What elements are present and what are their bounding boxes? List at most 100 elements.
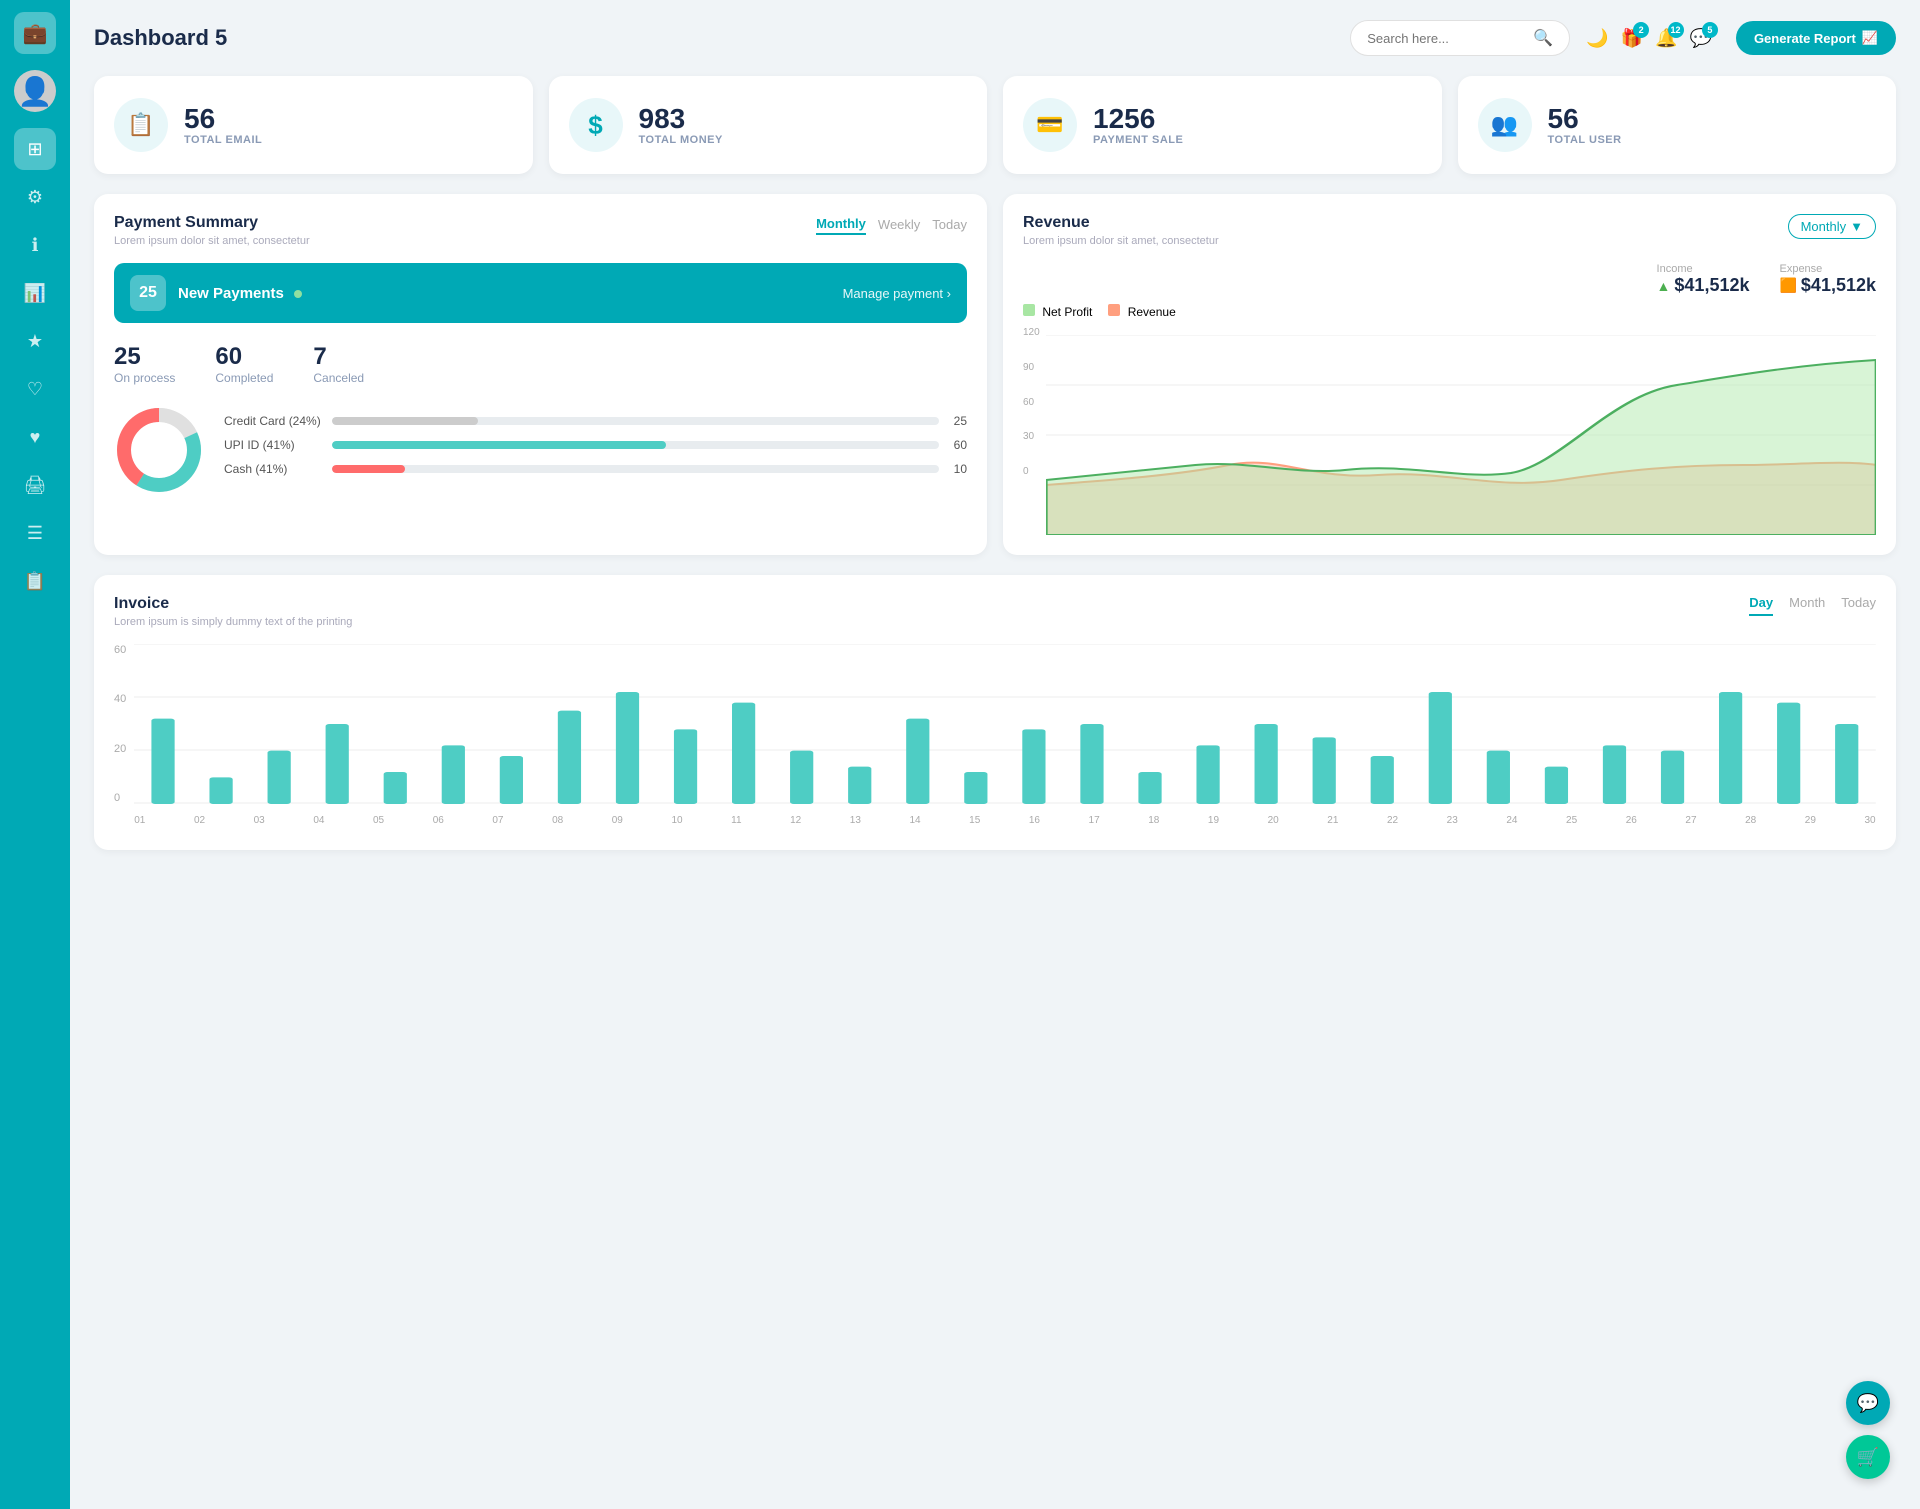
invoice-x-label: 09 <box>612 815 623 826</box>
new-payments-dot <box>294 290 302 298</box>
sidebar-item-print[interactable]: 🖨 <box>14 464 56 506</box>
sidebar-item-list[interactable]: ☰ <box>14 512 56 554</box>
invoice-x-label: 02 <box>194 815 205 826</box>
sidebar-item-settings[interactable]: ⚙ <box>14 176 56 218</box>
tab-weekly[interactable]: Weekly <box>878 215 920 234</box>
payment-summary-card: Payment Summary Lorem ipsum dolor sit am… <box>94 194 987 555</box>
invoice-x-label: 06 <box>433 815 444 826</box>
canceled-value: 7 <box>313 343 364 371</box>
on-process-label: On process <box>114 371 175 385</box>
pbar-upi-val: 60 <box>947 438 967 452</box>
new-payments-bar[interactable]: 25 New Payments Manage payment › <box>114 263 967 323</box>
invoice-x-label: 18 <box>1148 815 1159 826</box>
user-icon: 👥 <box>1478 98 1532 152</box>
pbar-upi-track <box>332 441 939 449</box>
payment-sale-value: 1256 <box>1093 104 1183 135</box>
pbar-cash-track <box>332 465 939 473</box>
search-input[interactable] <box>1367 31 1525 46</box>
invoice-tab-today[interactable]: Today <box>1841 595 1876 616</box>
income-label: Income <box>1657 263 1750 275</box>
money-icon: $ <box>569 98 623 152</box>
sidebar-logo[interactable]: 💼 <box>14 12 56 54</box>
sidebar-item-dashboard[interactable]: ⊞ <box>14 128 56 170</box>
chat-badge-count: 5 <box>1702 22 1718 38</box>
payment-summary-header: Payment Summary Lorem ipsum dolor sit am… <box>114 214 967 247</box>
revenue-card: Revenue Lorem ipsum dolor sit amet, cons… <box>1003 194 1896 555</box>
invoice-y-axis: 60 40 20 0 <box>114 644 134 804</box>
main-content: Dashboard 5 🔍 🌙 🎁 2 🔔 12 💬 5 Generate Re… <box>70 0 1920 1509</box>
payment-stats-row: 25 On process 60 Completed 7 Canceled <box>114 343 967 385</box>
gift-badge-count: 2 <box>1633 22 1649 38</box>
expense-label: Expense <box>1779 263 1876 275</box>
total-user-label: TOTAL USER <box>1548 134 1622 146</box>
income-meta: Income ▲ $41,512k <box>1657 263 1750 296</box>
invoice-header: Invoice Lorem ipsum is simply dummy text… <box>114 595 1876 628</box>
invoice-subtitle: Lorem ipsum is simply dummy text of the … <box>114 616 352 628</box>
invoice-x-label: 03 <box>254 815 265 826</box>
pbar-creditcard-val: 25 <box>947 414 967 428</box>
sidebar-item-heart1[interactable]: ♡ <box>14 368 56 410</box>
invoice-x-label: 14 <box>909 815 920 826</box>
pbar-upi-fill <box>332 441 666 449</box>
generate-report-button[interactable]: Generate Report 📈 <box>1736 21 1896 55</box>
chat-icon-badge[interactable]: 💬 5 <box>1690 28 1712 49</box>
tab-today[interactable]: Today <box>932 215 967 234</box>
generate-report-label: Generate Report <box>1754 31 1856 46</box>
invoice-tab-month[interactable]: Month <box>1789 595 1825 616</box>
stat-on-process: 25 On process <box>114 343 175 385</box>
total-money-label: TOTAL MONEY <box>639 134 723 146</box>
canceled-label: Canceled <box>313 371 364 385</box>
sidebar-item-doc[interactable]: 📋 <box>14 560 56 602</box>
stat-card-payment: 💳 1256 PAYMENT SALE <box>1003 76 1442 174</box>
search-bar[interactable]: 🔍 <box>1350 20 1570 56</box>
header: Dashboard 5 🔍 🌙 🎁 2 🔔 12 💬 5 Generate Re… <box>94 20 1896 56</box>
stat-card-money: $ 983 TOTAL MONEY <box>549 76 988 174</box>
expense-arrow-icon: 🟧 <box>1779 277 1796 294</box>
total-email-value: 56 <box>184 104 262 135</box>
manage-payment-link[interactable]: Manage payment › <box>843 286 951 301</box>
revenue-area-chart: Jan Feb Mar Apr May Jun July <box>1046 335 1876 535</box>
invoice-x-label: 21 <box>1327 815 1338 826</box>
tab-monthly[interactable]: Monthly <box>816 214 866 235</box>
on-process-value: 25 <box>114 343 175 371</box>
new-payments-count: 25 <box>130 275 166 311</box>
revenue-legend-dot <box>1108 304 1120 316</box>
revenue-legend: Net Profit Revenue <box>1023 304 1876 319</box>
invoice-x-label: 30 <box>1864 815 1875 826</box>
invoice-x-label: 27 <box>1685 815 1696 826</box>
invoice-x-label: 05 <box>373 815 384 826</box>
invoice-tab-day[interactable]: Day <box>1749 595 1773 616</box>
bell-icon-badge[interactable]: 🔔 12 <box>1655 28 1677 49</box>
revenue-monthly-dropdown[interactable]: Monthly ▼ <box>1788 214 1876 239</box>
payment-sale-label: PAYMENT SALE <box>1093 134 1183 146</box>
sidebar-item-heart2[interactable]: ♥ <box>14 416 56 458</box>
sidebar-avatar[interactable]: 👤 <box>14 70 56 112</box>
pbar-upi-label: UPI ID (41%) <box>224 438 324 452</box>
main-panels: Payment Summary Lorem ipsum dolor sit am… <box>94 194 1896 555</box>
invoice-x-label: 04 <box>313 815 324 826</box>
net-profit-legend-dot <box>1023 304 1035 316</box>
expense-meta: Expense 🟧 $41,512k <box>1779 263 1876 296</box>
dark-mode-icon[interactable]: 🌙 <box>1586 28 1608 49</box>
sidebar-item-info[interactable]: ℹ <box>14 224 56 266</box>
stat-cards: 📋 56 TOTAL EMAIL $ 983 TOTAL MONEY 💳 125… <box>94 76 1896 174</box>
sidebar-item-chart[interactable]: 📊 <box>14 272 56 314</box>
email-icon: 📋 <box>114 98 168 152</box>
payment-icon: 💳 <box>1023 98 1077 152</box>
new-payments-label: New Payments <box>178 285 831 302</box>
invoice-bar-chart <box>134 644 1876 804</box>
support-fab[interactable]: 💬 <box>1846 1381 1890 1425</box>
sidebar-item-star[interactable]: ★ <box>14 320 56 362</box>
gift-icon-badge[interactable]: 🎁 2 <box>1621 28 1643 49</box>
cart-fab[interactable]: 🛒 <box>1846 1435 1890 1479</box>
revenue-chart-wrapper: 120 90 60 30 0 <box>1023 327 1876 535</box>
completed-value: 60 <box>215 343 273 371</box>
invoice-x-label: 24 <box>1506 815 1517 826</box>
fab-container: 💬 🛒 <box>1846 1381 1890 1479</box>
invoice-x-label: 25 <box>1566 815 1577 826</box>
search-icon: 🔍 <box>1533 28 1553 48</box>
invoice-x-label: 07 <box>492 815 503 826</box>
invoice-x-label: 28 <box>1745 815 1756 826</box>
stat-canceled: 7 Canceled <box>313 343 364 385</box>
invoice-x-labels: 0102030405060708091011121314151617181920… <box>134 811 1876 830</box>
